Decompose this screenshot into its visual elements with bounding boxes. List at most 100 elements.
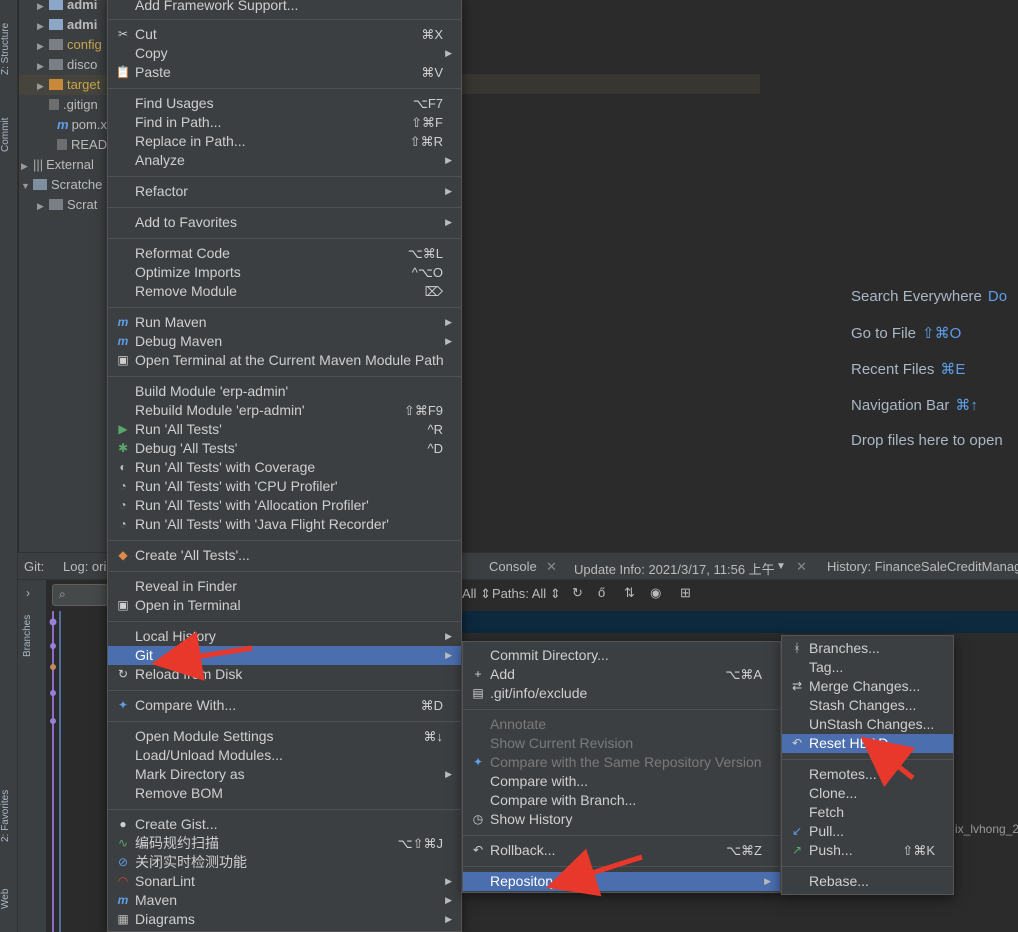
menu-item-show-history[interactable]: ◷ Show History: [463, 810, 780, 829]
menu-item-add-framework[interactable]: Add Framework Support...: [108, 0, 461, 15]
favorites-tab[interactable]: 2: Favorites: [0, 790, 18, 842]
web-tab[interactable]: Web: [0, 884, 18, 914]
menu-item-remove-module[interactable]: Remove Module ⌦: [108, 282, 461, 301]
menu-item-fetch[interactable]: Fetch: [782, 803, 953, 822]
menu-item-compare-with[interactable]: Compare with...: [463, 772, 780, 791]
menu-item-local-history[interactable]: Local History ▶: [108, 627, 461, 646]
menu-item-open-in-terminal[interactable]: ▣ Open in Terminal: [108, 596, 461, 615]
menu-item-load-unload-modules[interactable]: Load/Unload Modules...: [108, 746, 461, 765]
menu-item-run-all-tests-with-allocation-profiler[interactable]: ◔ Run 'All Tests' with 'Allocation Profil…: [108, 496, 461, 515]
tree-item[interactable]: ▶ admi: [37, 15, 97, 35]
menu-item-compare-with-branch[interactable]: Compare with Branch...: [463, 791, 780, 810]
menu-item-refactor[interactable]: Refactor ▶: [108, 182, 461, 201]
menu-item-maven[interactable]: m Maven ▶: [108, 891, 461, 910]
chevron-right-icon[interactable]: ›: [26, 586, 30, 600]
tree-item[interactable]: READ: [57, 135, 107, 155]
menu-item-annotate[interactable]: Annotate: [463, 715, 780, 734]
menu-item-find-in-path[interactable]: Find in Path... ⇧⌘F: [108, 113, 461, 132]
filter-paths[interactable]: Paths: All ⇕: [492, 586, 561, 602]
tree-item[interactable]: m pom.x: [57, 115, 107, 135]
tab-update-info[interactable]: Update Info: 2021/3/17, 11:56 上午: [574, 559, 775, 578]
close-icon[interactable]: ✕: [796, 559, 807, 575]
tab-branches[interactable]: Branches: [22, 610, 42, 662]
cherry-pick-icon[interactable]: ő: [598, 585, 605, 600]
menu-item-paste[interactable]: 📋 Paste ⌘V: [108, 63, 461, 82]
sort-icon[interactable]: ⇅: [624, 585, 635, 601]
menu-item-stash-changes[interactable]: Stash Changes...: [782, 696, 953, 715]
menu-item-compare-with-the-same-repository-version[interactable]: ✦ Compare with the Same Repository Versio…: [463, 753, 780, 772]
chevron-down-icon[interactable]: ▼: [776, 561, 786, 572]
menu-item-reformat-code[interactable]: Reformat Code ⌥⌘L: [108, 244, 461, 263]
structure-tab[interactable]: Z: Structure: [0, 18, 18, 80]
refresh-icon[interactable]: ↻: [572, 585, 583, 601]
menu-item-cut[interactable]: ✂ Cut ⌘X: [108, 25, 461, 44]
menu-item-create-all-tests[interactable]: ◆ Create 'All Tests'...: [108, 546, 461, 565]
log-selected-row[interactable]: [462, 611, 1018, 633]
menu-item-item[interactable]: ⊘ 关闭实时检测功能: [108, 853, 461, 872]
tree-item[interactable]: ▶ ||| External: [21, 155, 94, 175]
tab-history[interactable]: History: FinanceSaleCreditManag: [827, 559, 1018, 574]
menu-item-add[interactable]: + Add ⌥⌘A: [463, 665, 780, 684]
tree-item[interactable]: ▶ admi: [37, 0, 97, 15]
menu-item-git[interactable]: Git ▶: [108, 646, 461, 665]
menu-item-branches[interactable]: ᚼ Branches...: [782, 639, 953, 658]
menu-item-run-all-tests[interactable]: ▶ Run 'All Tests' ^R: [108, 420, 461, 439]
menu-item-label: Show Current Revision: [490, 735, 634, 751]
menu-item-reset-head[interactable]: ↶ Reset HEAD...: [782, 734, 953, 753]
close-icon[interactable]: ✕: [546, 559, 557, 575]
menu-item-merge-changes[interactable]: ⇄ Merge Changes...: [782, 677, 953, 696]
menu-item-sonarlint[interactable]: ◠ SonarLint ▶: [108, 872, 461, 891]
menu-item-rebuild-module-erp-admin[interactable]: Rebuild Module 'erp-admin' ⇧⌘F9: [108, 401, 461, 420]
menu-item-compare-with[interactable]: ✦ Compare With... ⌘D: [108, 696, 461, 715]
menu-item-debug-all-tests[interactable]: ✱ Debug 'All Tests' ^D: [108, 439, 461, 458]
menu-item-mark-directory-as[interactable]: Mark Directory as ▶: [108, 765, 461, 784]
menu-item-run-all-tests-with-java-flight-recorder[interactable]: ◔ Run 'All Tests' with 'Java Flight Recor…: [108, 515, 461, 534]
menu-item-push[interactable]: ↗ Push... ⇧⌘K: [782, 841, 953, 860]
menu-item-build-module-erp-admin[interactable]: Build Module 'erp-admin': [108, 382, 461, 401]
tab-console[interactable]: Console: [489, 559, 537, 574]
tab-log[interactable]: Log: ori: [63, 559, 106, 574]
tree-item[interactable]: ▶ Scrat: [37, 195, 97, 215]
tree-item[interactable]: ▶ target: [19, 75, 107, 95]
menu-item-run-all-tests-with-cpu-profiler[interactable]: ◔ Run 'All Tests' with 'CPU Profiler': [108, 477, 461, 496]
menu-item-show-current-revision[interactable]: Show Current Revision: [463, 734, 780, 753]
search-input[interactable]: ⌕: [52, 584, 108, 606]
plus-icon: +: [474, 667, 482, 681]
menu-item-open-terminal-at-the-current-maven-module-path[interactable]: ▣ Open Terminal at the Current Maven Modu…: [108, 351, 461, 370]
tree-item[interactable]: ▼ Scratche: [21, 175, 102, 195]
menu-item-create-gist[interactable]: ● Create Gist...: [108, 815, 461, 834]
menu-item-unstash-changes[interactable]: UnStash Changes...: [782, 715, 953, 734]
tree-item[interactable]: .gitign: [49, 95, 98, 115]
commit-tab[interactable]: Commit: [0, 112, 18, 158]
menu-item-copy[interactable]: Copy ▶: [108, 44, 461, 63]
menu-item-reload-from-disk[interactable]: ↻ Reload from Disk: [108, 665, 461, 684]
menu-item-commit-directory[interactable]: Commit Directory...: [463, 646, 780, 665]
menu-item-analyze[interactable]: Analyze ▶: [108, 151, 461, 170]
menu-item-optimize-imports[interactable]: Optimize Imports ^⌥O: [108, 263, 461, 282]
menu-item-item[interactable]: ∿ 编码规约扫描 ⌥⇧⌘J: [108, 834, 461, 853]
menu-item-replace-in-path[interactable]: Replace in Path... ⇧⌘R: [108, 132, 461, 151]
menu-item-remotes[interactable]: Remotes...: [782, 765, 953, 784]
menu-item-tag[interactable]: Tag...: [782, 658, 953, 677]
expand-icon[interactable]: ⊞: [680, 585, 691, 601]
menu-item-repository[interactable]: Repository ▶: [463, 872, 780, 891]
menu-item-pull[interactable]: ↙ Pull...: [782, 822, 953, 841]
menu-item-remove-bom[interactable]: Remove BOM: [108, 784, 461, 803]
menu-item-run-all-tests-with-coverage[interactable]: ◐ Run 'All Tests' with Coverage: [108, 458, 461, 477]
menu-item-find-usages[interactable]: Find Usages ⌥F7: [108, 94, 461, 113]
eye-icon[interactable]: ◉: [650, 585, 661, 601]
menu-item-open-module-settings[interactable]: Open Module Settings ⌘↓: [108, 727, 461, 746]
menu-item-rebase[interactable]: Rebase...: [782, 872, 953, 891]
menu-item-debug-maven[interactable]: m Debug Maven ▶: [108, 332, 461, 351]
menu-item-reveal-in-finder[interactable]: Reveal in Finder: [108, 577, 461, 596]
menu-item-add-to-favorites[interactable]: Add to Favorites ▶: [108, 213, 461, 232]
menu-item-rollback[interactable]: ↶ Rollback... ⌥⌘Z: [463, 841, 780, 860]
menu-item-run-maven[interactable]: m Run Maven ▶: [108, 313, 461, 332]
tree-item[interactable]: ▶ config: [37, 35, 102, 55]
menu-item-diagrams[interactable]: ▦ Diagrams ▶: [108, 910, 461, 929]
menu-item-git-info-exclude[interactable]: ▤ .git/info/exclude: [463, 684, 780, 703]
filter-all[interactable]: All ⇕: [462, 586, 491, 602]
commit-graph: [49, 611, 61, 932]
tree-item[interactable]: ▶ disco: [37, 55, 97, 75]
menu-item-clone[interactable]: Clone...: [782, 784, 953, 803]
